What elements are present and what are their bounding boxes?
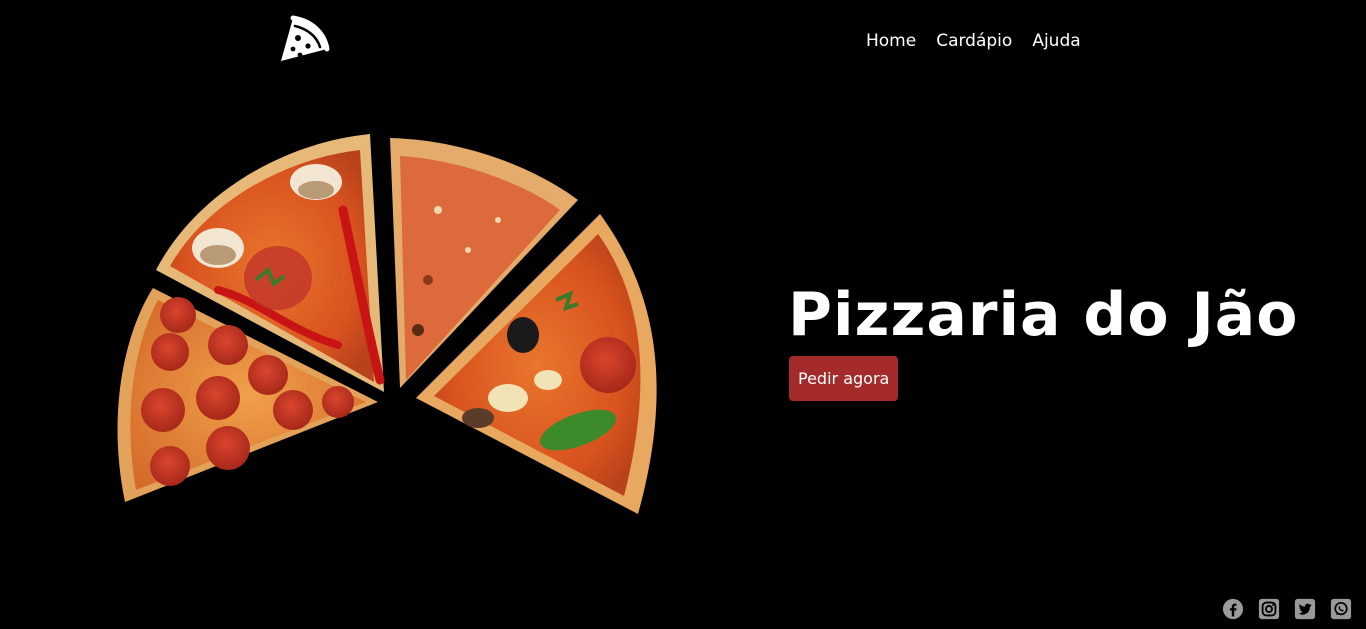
main-nav: Home Cardápio Ajuda [866, 30, 1081, 52]
page-title: Pizzaria do Jão [788, 280, 1299, 350]
landing-page: Home Cardápio Ajuda Pizzaria do Jão Pedi… [0, 0, 1366, 629]
instagram-icon[interactable] [1258, 598, 1280, 620]
whatsapp-icon[interactable] [1330, 598, 1352, 620]
twitter-icon[interactable] [1294, 598, 1316, 620]
pizza-slice-icon[interactable] [278, 14, 330, 64]
nav-link-home[interactable]: Home [866, 30, 916, 52]
nav-link-cardapio[interactable]: Cardápio [936, 30, 1012, 52]
pizza-slices-image [117, 134, 657, 514]
facebook-icon[interactable] [1222, 598, 1244, 620]
order-now-button[interactable]: Pedir agora [789, 356, 899, 401]
nav-link-ajuda[interactable]: Ajuda [1032, 30, 1080, 52]
social-links [1222, 598, 1352, 620]
